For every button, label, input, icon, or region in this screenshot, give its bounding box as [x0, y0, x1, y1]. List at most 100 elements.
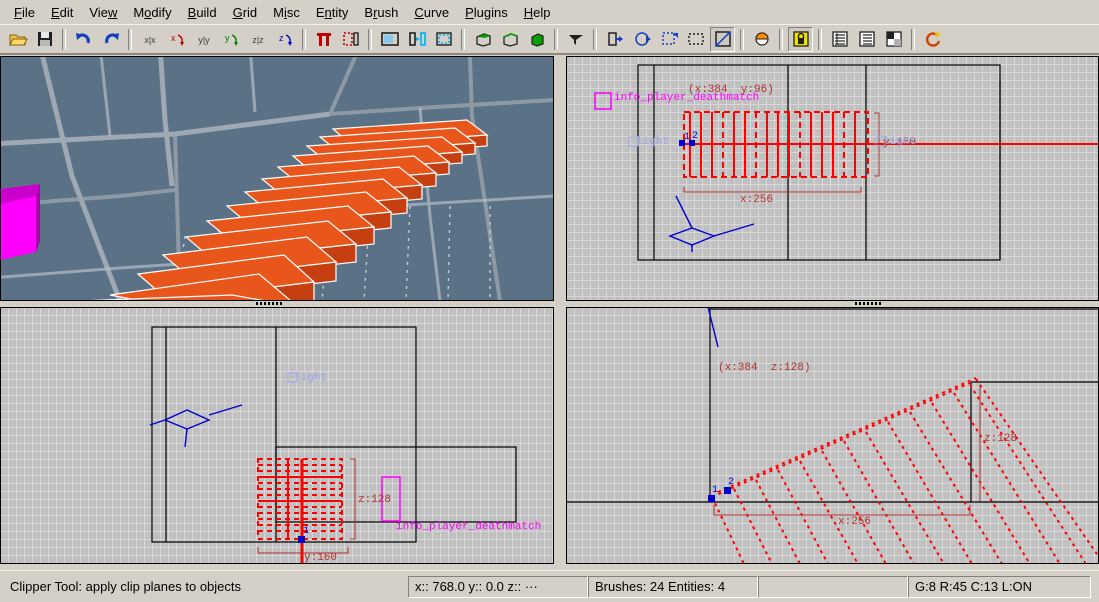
light-label-top-left: light [636, 136, 670, 148]
menu-item-curve[interactable]: Curve [406, 3, 457, 22]
svg-text:z|z: z|z [252, 35, 264, 45]
viewport-container: info_player_deathmatch (x:384 y:96) x:25… [0, 56, 1099, 570]
svg-text:y|y: y|y [198, 35, 210, 45]
entity-connect-icon[interactable] [602, 27, 627, 52]
menu-item-help[interactable]: Help [516, 3, 559, 22]
clip-point-label-2-side: 2 [728, 477, 735, 488]
status-counts: Brushes: 24 Entities: 4 [588, 575, 758, 598]
clip-plane-rays-side [711, 377, 1099, 564]
scale-entity-icon[interactable] [656, 27, 681, 52]
clip-point-label-1-top: 1 [684, 132, 691, 143]
light-label-top-right: light [883, 136, 917, 148]
separator-2 [128, 28, 132, 50]
status-coordinates: x:: 768.0 y:: 0.0 z:: ··· [408, 575, 588, 598]
flip-z-icon[interactable]: z|z [245, 27, 270, 52]
splitter-grip-right[interactable] [855, 302, 881, 305]
svg-text:z: z [279, 33, 284, 43]
select-partial-icon[interactable] [404, 27, 429, 52]
texture-window-icon[interactable] [881, 27, 906, 52]
complete-tall-icon[interactable] [311, 27, 336, 52]
status-tool-hint: Clipper Tool: apply clip planes to objec… [10, 579, 242, 594]
rotate-x-icon[interactable]: x [164, 27, 189, 52]
menu-item-build[interactable]: Build [180, 3, 225, 22]
separator-7 [593, 28, 597, 50]
horizontal-splitter[interactable] [0, 301, 1099, 307]
viewport-3d-camera[interactable] [0, 56, 554, 301]
rotate-entity-icon[interactable] [629, 27, 654, 52]
refresh-models-icon[interactable] [920, 27, 945, 52]
separator-9 [779, 28, 783, 50]
separator-10 [818, 28, 822, 50]
menu-item-edit[interactable]: Edit [43, 3, 81, 22]
dimension-z-side: z:128 [984, 433, 1018, 445]
clip-point-label-2-top: 2 [692, 131, 699, 142]
clip-point-label-1-front: 1 [303, 526, 310, 537]
clip-point-2-side [724, 487, 731, 494]
cube-outline-icon[interactable] [497, 27, 522, 52]
entity-box-3d [0, 184, 40, 260]
menu-item-entity[interactable]: Entity [308, 3, 357, 22]
select-dashed-icon[interactable] [431, 27, 456, 52]
clip-point-1-front [298, 536, 305, 543]
dimension-x-top: x:256 [740, 194, 774, 206]
splitter-grip-left[interactable] [256, 302, 282, 305]
marquee-select-icon[interactable] [683, 27, 708, 52]
save-file-icon[interactable] [32, 27, 57, 52]
status-bar: Clipper Tool: apply clip planes to objec… [0, 570, 1099, 602]
clip-point-1-side [708, 495, 715, 502]
menu-item-modify[interactable]: Modify [125, 3, 179, 22]
select-inside-icon[interactable] [377, 27, 402, 52]
main-toolbar: x|x x y|y y z|z z [0, 24, 1099, 55]
clip-point-label-1-side: 1 [712, 485, 719, 496]
separator-6 [554, 28, 558, 50]
undo-icon[interactable] [71, 27, 96, 52]
separator-5 [461, 28, 465, 50]
viewport-top-xy[interactable]: info_player_deathmatch (x:384 y:96) x:25… [566, 56, 1099, 301]
light-label-front: light [294, 372, 328, 384]
dimension-markers-top [683, 112, 880, 193]
dimension-x-side: x:256 [838, 516, 872, 528]
open-file-icon[interactable] [5, 27, 30, 52]
menu-item-view[interactable]: View [81, 3, 125, 22]
coord-label-side: (x:384 z:128) [718, 362, 811, 374]
cubic-clip-icon[interactable] [470, 27, 495, 52]
rotate-z-icon[interactable]: z [272, 27, 297, 52]
svg-text:x: x [171, 33, 176, 43]
lock-texture-icon[interactable] [788, 26, 813, 52]
radiant-main-window: File Edit View Modify Build Grid Misc Entity Bru… [0, 0, 1099, 602]
vertical-splitter[interactable] [554, 56, 566, 570]
separator-3 [302, 28, 306, 50]
entity-label-front: info_player_deathmatch [396, 521, 542, 533]
menu-bar: File Edit View Modify Build Grid Misc Entity Bru… [0, 0, 1099, 24]
viewport-side-xz[interactable]: (x:384 z:128) z:128 x:256 1 2 [566, 307, 1099, 564]
status-spacer [758, 575, 908, 598]
menu-item-grid[interactable]: Grid [225, 3, 266, 22]
separator-8 [740, 28, 744, 50]
separator-1 [62, 28, 66, 50]
camera-widget-front [149, 404, 243, 448]
dimension-z-front: z:128 [358, 494, 392, 506]
texture-sphere-icon[interactable] [749, 27, 774, 52]
flip-x-icon[interactable]: x|x [137, 27, 162, 52]
flip-y-icon[interactable]: y|y [191, 27, 216, 52]
entity-list-icon[interactable] [827, 27, 852, 52]
separator-11 [911, 28, 915, 50]
svg-text:x|x: x|x [144, 35, 156, 45]
svg-text:y: y [225, 33, 230, 43]
clip-brush-outline-front [257, 458, 343, 540]
menu-item-misc[interactable]: Misc [265, 3, 308, 22]
redo-icon[interactable] [98, 27, 123, 52]
menu-item-file[interactable]: File [6, 3, 43, 22]
console-icon[interactable] [854, 27, 879, 52]
viewport-front-yz[interactable]: (y:-64 z:128) z:128 y:160 info_player_de… [0, 307, 554, 564]
menu-item-plugins[interactable]: Plugins [457, 3, 516, 22]
rotate-y-icon[interactable]: y [218, 27, 243, 52]
clipper-tool-icon[interactable] [710, 26, 735, 52]
select-touching-icon[interactable] [338, 27, 363, 52]
coord-label-top: (x:384 y:96) [688, 84, 774, 96]
entity-marker-top [594, 92, 612, 110]
menu-item-brush[interactable]: Brush [356, 3, 406, 22]
dimension-y-front: y:160 [304, 552, 338, 564]
camera-icon[interactable] [563, 27, 588, 52]
cube-solid-icon[interactable] [524, 27, 549, 52]
